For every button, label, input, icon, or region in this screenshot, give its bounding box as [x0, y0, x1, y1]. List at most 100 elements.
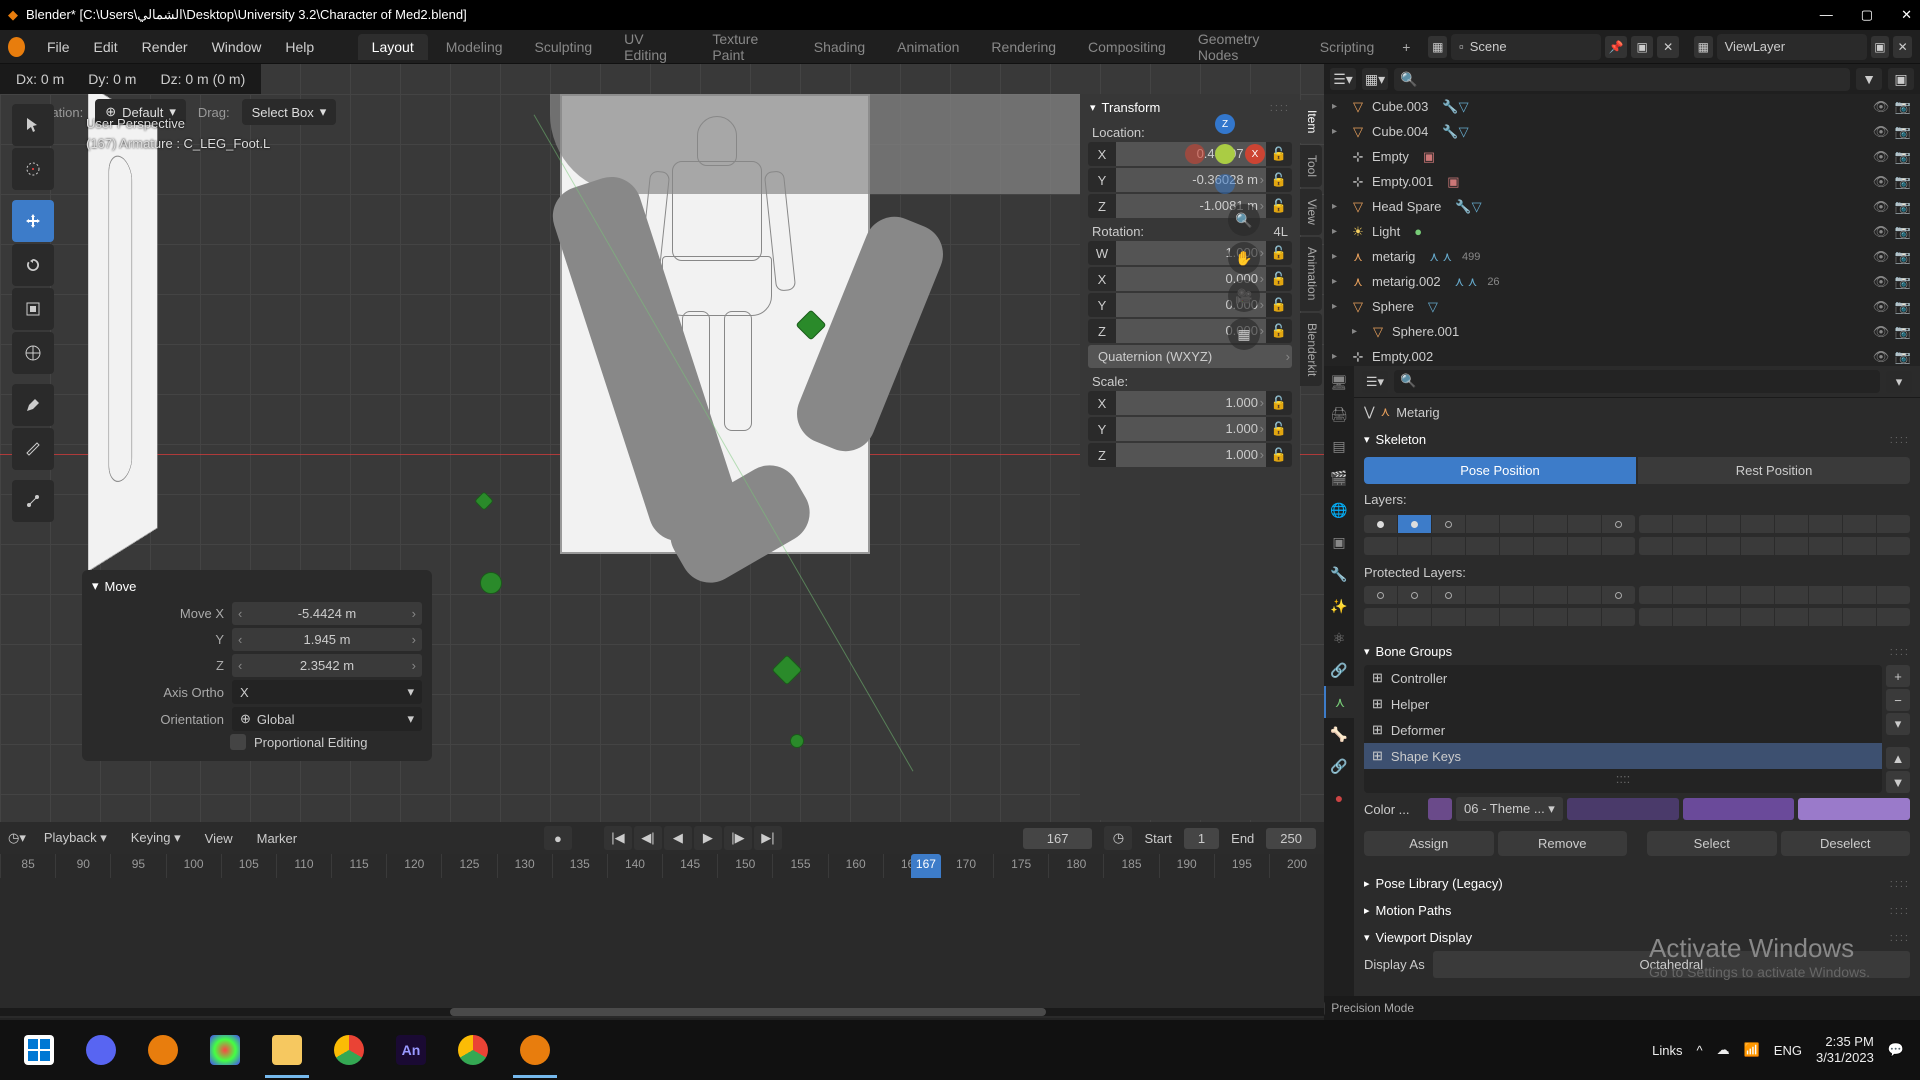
visibility-toggle[interactable]: 👁	[1872, 174, 1890, 190]
move-tool[interactable]	[12, 200, 54, 242]
move-y-field[interactable]: 1.945 m	[232, 628, 422, 651]
pan-icon[interactable]: ✋	[1228, 242, 1260, 274]
remove-button[interactable]: Remove	[1498, 831, 1628, 856]
visibility-toggle[interactable]: 👁	[1872, 324, 1890, 340]
outliner-list[interactable]: ▸▽Cube.003🔧▽👁📷 ▸▽Cube.004🔧▽👁📷 ⊹Empty▣👁📷 …	[1324, 94, 1920, 366]
ik-widget-4[interactable]	[790, 734, 804, 748]
measure-tool[interactable]	[12, 428, 54, 470]
poselibrary-panel-header[interactable]: ▸ Pose Library (Legacy) ::::	[1354, 870, 1920, 897]
transform-tool[interactable]	[12, 332, 54, 374]
taskbar-chrome2[interactable]	[442, 1022, 504, 1078]
visibility-toggle[interactable]: 👁	[1872, 249, 1890, 265]
timeline-ruler[interactable]: 85 90 95 100 105 110 115 120 125 130 135…	[0, 854, 1324, 878]
render-toggle[interactable]: 📷	[1894, 299, 1912, 315]
viewlayer-field[interactable]: ViewLayer	[1717, 34, 1867, 60]
render-toggle[interactable]: 📷	[1894, 249, 1912, 265]
outliner-item-empty002[interactable]: ▸⊹Empty.002👁📷	[1324, 344, 1920, 366]
gizmo-center[interactable]	[1215, 144, 1235, 164]
scene-pin-icon[interactable]: 📌	[1605, 36, 1627, 58]
tray-wifi-icon[interactable]: 📶	[1744, 1042, 1760, 1058]
workspace-tab-animation[interactable]: Animation	[883, 34, 973, 60]
bonegroup-deformer[interactable]: ⊞Deformer	[1364, 717, 1882, 743]
editor-type-icon[interactable]: ☰▾	[1362, 371, 1388, 393]
outliner-item-metarig[interactable]: ▸⋏metarig⋏ ⋏499👁📷	[1324, 244, 1920, 269]
rotation-mode-dropdown[interactable]: Quaternion (WXYZ)	[1088, 345, 1292, 368]
visibility-toggle[interactable]: 👁	[1872, 349, 1890, 365]
prop-tab-physics[interactable]: ⚛	[1324, 622, 1354, 654]
timeline-editor-icon[interactable]: ◷▾	[8, 830, 26, 846]
bonegroup-shapekeys[interactable]: ⊞Shape Keys	[1364, 743, 1882, 769]
render-toggle[interactable]: 📷	[1894, 224, 1912, 240]
view-menu[interactable]: View	[199, 828, 239, 849]
scroll-thumb[interactable]	[450, 1008, 1046, 1016]
render-toggle[interactable]: 📷	[1894, 149, 1912, 165]
render-toggle[interactable]: 📷	[1894, 349, 1912, 365]
lock-icon[interactable]: 🔓	[1266, 267, 1292, 291]
outliner-item-cube003[interactable]: ▸▽Cube.003🔧▽👁📷	[1324, 94, 1920, 119]
taskbar-blender1[interactable]	[132, 1022, 194, 1078]
chevron-right-icon[interactable]: ▸	[1332, 226, 1344, 237]
workspace-tab-texture[interactable]: Texture Paint	[698, 26, 795, 68]
outliner-item-headspare[interactable]: ▸▽Head Spare🔧▽👁📷	[1324, 194, 1920, 219]
panel-drag-icon[interactable]: ::::	[1270, 102, 1290, 114]
filter-icon[interactable]: ▼	[1856, 68, 1882, 90]
workspace-tab-scripting[interactable]: Scripting	[1306, 34, 1388, 60]
remove-bonegroup-button[interactable]: −	[1886, 689, 1910, 711]
taskbar-discord[interactable]	[70, 1022, 132, 1078]
workspace-tab-layout[interactable]: Layout	[358, 34, 428, 60]
prop-tab-output[interactable]: 🖨	[1324, 398, 1354, 430]
cursor-tool[interactable]	[12, 148, 54, 190]
move-up-button[interactable]: ▲	[1886, 747, 1910, 769]
visibility-toggle[interactable]: 👁	[1872, 224, 1890, 240]
color-set-swatch[interactable]	[1428, 798, 1452, 820]
color-active[interactable]	[1798, 798, 1910, 820]
help-menu[interactable]: Help	[275, 35, 324, 59]
tray-onedrive-icon[interactable]: ☁	[1717, 1042, 1730, 1058]
tray-links[interactable]: Links	[1652, 1043, 1682, 1058]
color-select[interactable]	[1683, 798, 1795, 820]
panel-drag-icon[interactable]: ::::	[1890, 434, 1910, 446]
chevron-right-icon[interactable]: ▸	[1332, 351, 1344, 362]
move-x-field[interactable]: -5.4424 m	[232, 602, 422, 625]
camera-icon[interactable]: 🎥	[1228, 280, 1260, 312]
assign-button[interactable]: Assign	[1364, 831, 1494, 856]
start-frame-field[interactable]: 1	[1184, 828, 1219, 849]
file-menu[interactable]: File	[37, 35, 80, 59]
taskbar-blender-active[interactable]	[504, 1022, 566, 1078]
render-menu[interactable]: Render	[132, 35, 198, 59]
color-set-dropdown[interactable]: 06 - Theme ... ▾	[1456, 797, 1563, 821]
chevron-right-icon[interactable]: ▸	[1332, 276, 1344, 287]
prop-tab-particle[interactable]: ✨	[1324, 590, 1354, 622]
outliner-item-empty001[interactable]: ⊹Empty.001▣👁📷	[1324, 169, 1920, 194]
operator-header[interactable]: ▾ Move	[92, 578, 422, 594]
viewlayer-delete-icon[interactable]: ✕	[1893, 36, 1912, 58]
render-toggle[interactable]: 📷	[1894, 324, 1912, 340]
n-tab-blenderkit[interactable]: Blenderkit	[1300, 313, 1322, 386]
workspace-tab-compositing[interactable]: Compositing	[1074, 34, 1180, 60]
breakdowner-tool[interactable]	[12, 480, 54, 522]
chevron-right-icon[interactable]: ▸	[1332, 126, 1344, 137]
skeleton-panel-header[interactable]: ▾ Skeleton ::::	[1354, 426, 1920, 453]
gizmo-neg-x-axis[interactable]	[1185, 144, 1205, 164]
prop-tab-material[interactable]: ●	[1324, 782, 1354, 814]
playhead[interactable]: 167	[911, 854, 941, 878]
workspace-tab-geonodes[interactable]: Geometry Nodes	[1184, 26, 1302, 68]
scene-browse-icon[interactable]: ▦	[1428, 36, 1447, 58]
playback-menu[interactable]: Playback ▾	[38, 827, 113, 849]
axis-ortho-dropdown[interactable]: X▾	[232, 680, 422, 704]
render-toggle[interactable]: 📷	[1894, 99, 1912, 115]
minimize-button[interactable]: —	[1820, 7, 1833, 23]
render-toggle[interactable]: 📷	[1894, 199, 1912, 215]
render-toggle[interactable]: 📷	[1894, 174, 1912, 190]
editor-type-icon[interactable]: ☰▾	[1330, 68, 1356, 90]
tray-notifications-icon[interactable]: 💬	[1888, 1042, 1904, 1058]
scale-z-field[interactable]: 1.000	[1116, 443, 1266, 467]
scene-name-field[interactable]: ▫ Scene	[1451, 34, 1601, 60]
outliner-item-empty[interactable]: ⊹Empty▣👁📷	[1324, 144, 1920, 169]
taskbar-paint[interactable]	[194, 1022, 256, 1078]
chevron-right-icon[interactable]: ▸	[1332, 301, 1344, 312]
lock-icon[interactable]: 🔓	[1266, 241, 1292, 265]
n-tab-animation[interactable]: Animation	[1300, 237, 1322, 310]
outliner-item-sphere[interactable]: ▸▽Sphere▽👁📷	[1324, 294, 1920, 319]
outliner-item-sphere001[interactable]: ▸▽Sphere.001👁📷	[1324, 319, 1920, 344]
